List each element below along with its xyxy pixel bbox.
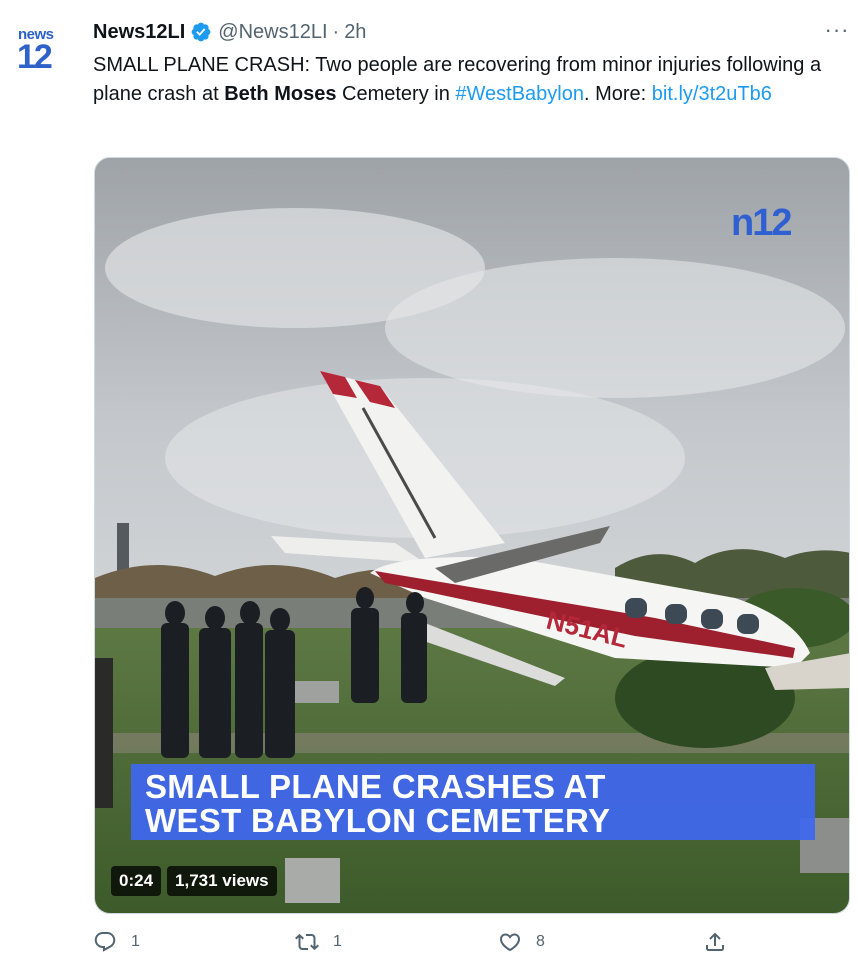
video-duration: 0:24	[111, 866, 162, 896]
news-headline-banner: SMALL PLANE CRASHES AT WEST BABYLON CEME…	[131, 764, 815, 840]
hashtag-link[interactable]: #WestBabylon	[455, 83, 584, 105]
tweet-text-part2: Cemetery in	[336, 83, 456, 105]
share-icon	[706, 932, 724, 951]
tweet-timestamp[interactable]: 2h	[344, 21, 366, 44]
retweet-button[interactable]: 1	[295, 930, 342, 954]
retweet-icon	[295, 933, 319, 951]
banner-line-2: WEST BABYLON CEMETERY	[145, 802, 611, 839]
video-player[interactable]: N51AL n12 SMALL PLANE CRASHES AT WEST BA…	[94, 157, 850, 914]
like-count: 8	[536, 933, 545, 950]
more-horizontal-icon: ···	[824, 17, 850, 42]
author-display-name[interactable]: News12LI	[93, 21, 185, 44]
heart-icon	[499, 933, 521, 952]
video-meta: 0:24 1,731 views	[111, 866, 277, 896]
tweet-bold-text: Beth Moses	[224, 83, 337, 105]
share-button[interactable]	[703, 930, 727, 954]
avatar-text-12: 12	[17, 38, 53, 76]
reply-icon	[94, 932, 116, 952]
verified-badge-icon	[191, 22, 211, 42]
retweet-count: 1	[333, 933, 342, 950]
banner-line-1: SMALL PLANE CRASHES AT	[145, 768, 606, 805]
short-url-link[interactable]: bit.ly/3t2uTb6	[652, 83, 772, 105]
video-views: 1,731 views	[167, 866, 277, 896]
n12-watermark-logo: n12	[731, 202, 793, 244]
avatar[interactable]: news 12	[14, 26, 66, 78]
tweet-text: SMALL PLANE CRASH: Two people are recove…	[93, 51, 848, 109]
tweet-header: News12LI @News12LI · 2h	[93, 18, 366, 46]
tweet-text-part3: . More:	[583, 83, 647, 105]
more-options-button[interactable]: ···	[824, 17, 850, 42]
tweet-actions: 1 1 8	[93, 930, 733, 961]
author-handle[interactable]: @News12LI	[218, 21, 327, 44]
reply-count: 1	[131, 933, 140, 950]
reply-button[interactable]: 1	[93, 930, 140, 954]
header-separator: ·	[332, 20, 340, 43]
like-button[interactable]: 8	[498, 930, 545, 954]
